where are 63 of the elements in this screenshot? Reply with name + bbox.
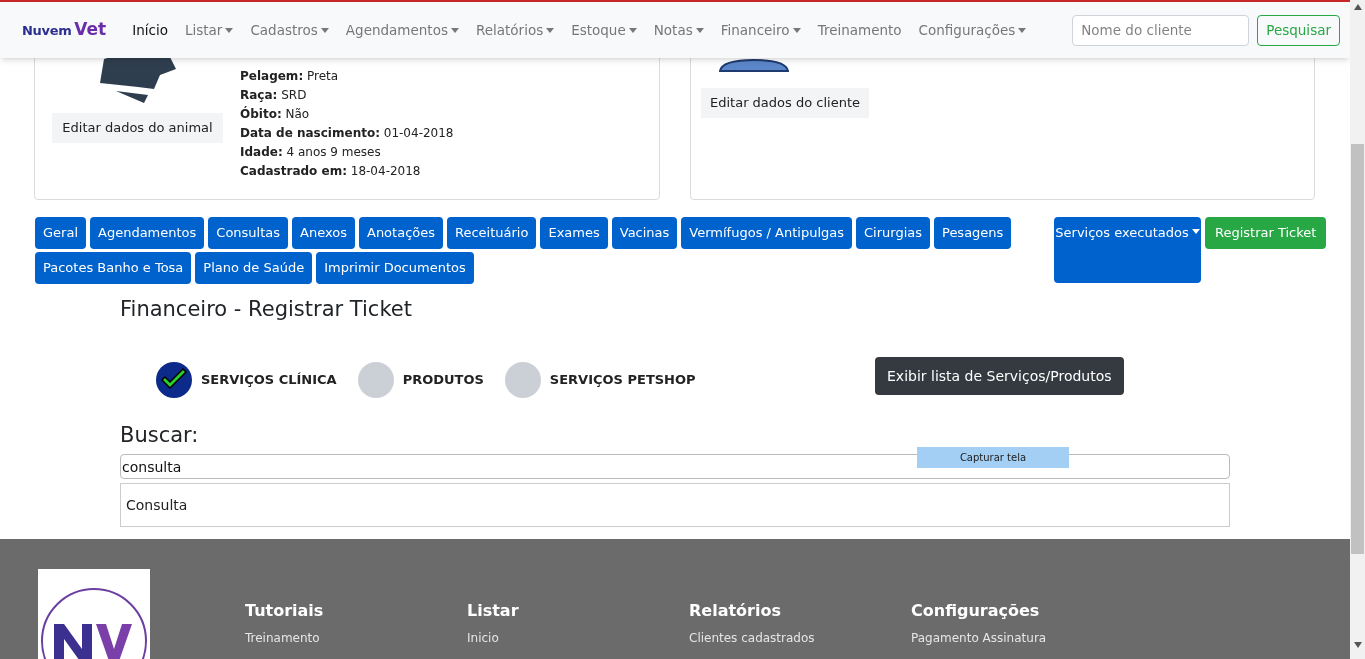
step-label: SERVIÇOS PETSHOP (549, 371, 696, 390)
scroll-down-icon[interactable] (1353, 642, 1362, 648)
tab-button[interactable]: Anexos (292, 217, 355, 249)
page-title: Financeiro - Registrar Ticket (119, 296, 413, 323)
tab-button[interactable]: Pesagens (934, 217, 1012, 249)
tab-button[interactable]: Plano de Saúde (195, 252, 313, 284)
nav-link[interactable]: Treinamento (817, 19, 902, 41)
info-line: Óbito: Não (240, 105, 311, 123)
footer-link[interactable]: Clientes cadastrados (689, 629, 815, 647)
nav-link[interactable]: Configurações (918, 19, 1027, 41)
footer-heading: Listar (467, 600, 520, 622)
client-search-field[interactable]: Nome do cliente (1072, 14, 1250, 46)
show-list-button[interactable]: Exibir lista de Serviços/Produtos (875, 357, 1124, 395)
nav-link[interactable]: Início (132, 19, 168, 41)
nav-link[interactable]: Estoque (571, 19, 637, 41)
nav-link[interactable]: Financeiro (720, 19, 801, 41)
tab-button[interactable]: Pacotes Banho e Tosa (35, 252, 192, 284)
nav-link[interactable]: Cadastros (250, 19, 329, 41)
tab-button[interactable]: Imprimir Documentos (316, 252, 474, 284)
tab-button[interactable]: Vermífugos / Antipulgas (681, 217, 852, 249)
nav-link[interactable]: Listar (185, 19, 234, 41)
footer-link[interactable]: Inicio (467, 629, 499, 647)
footer-heading: Tutoriais (245, 600, 325, 622)
tab-button[interactable]: Consultas (208, 217, 289, 249)
avatar-icon (719, 59, 789, 72)
info-line: Raça: SRD (240, 87, 308, 104)
search-label: Buscar: (119, 422, 200, 449)
tab-button[interactable]: Receituário (447, 217, 537, 249)
suggestion-item[interactable]: Consulta (121, 494, 1229, 516)
services-dropdown[interactable]: Serviços executados (1054, 217, 1201, 283)
nv-logo-icon (38, 569, 150, 659)
tab-button[interactable]: Geral (35, 217, 86, 249)
nav-link[interactable]: Notas (653, 19, 704, 41)
step-label: SERVIÇOS CLÍNICA (201, 371, 337, 390)
nav-link[interactable]: Agendamentos (345, 19, 459, 41)
tab-button[interactable]: Exames (540, 217, 608, 249)
search-button[interactable]: Pesquisar (1257, 14, 1340, 46)
info-line: Pelagem: Preta (240, 68, 340, 85)
scroll-thumb[interactable] (1351, 144, 1364, 554)
scrollbar[interactable] (1350, 0, 1365, 659)
step-label: PRODUTOS (402, 371, 484, 390)
info-line: Idade: 4 anos 9 meses (240, 144, 382, 161)
footer-link[interactable]: Treinamento (245, 629, 320, 647)
register-ticket-button[interactable]: Registrar Ticket (1205, 217, 1327, 249)
info-line: Cadastrado em: 18-04-2018 (240, 163, 422, 180)
capture-screen-overlay[interactable]: Capturar tela (917, 447, 1069, 468)
tab-button[interactable]: Anotações (359, 217, 443, 249)
footer-link[interactable]: Pagamento Assinatura (911, 629, 1047, 647)
footer-heading: Relatórios (689, 600, 782, 622)
info-line: Data de nascimento: 01-04-2018 (240, 125, 454, 142)
tab-button[interactable]: Cirurgias (856, 217, 930, 249)
brand-logo[interactable]: Nuvem Vet (0, 17, 133, 43)
tab-button[interactable]: Agendamentos (90, 217, 205, 249)
footer-heading: Configurações (911, 600, 1041, 622)
edit-client-button[interactable]: Editar dados do cliente (701, 88, 869, 118)
step-circle-icon[interactable] (356, 361, 395, 399)
scroll-up-icon[interactable] (1353, 4, 1362, 10)
step-circle-icon[interactable] (503, 361, 542, 399)
checked-step-icon[interactable] (155, 361, 193, 399)
caret-icon (1191, 229, 1200, 234)
nav-link[interactable]: Relatórios (475, 19, 555, 41)
edit-animal-button[interactable]: Editar dados do animal (52, 113, 223, 143)
tab-button[interactable]: Vacinas (611, 217, 678, 249)
